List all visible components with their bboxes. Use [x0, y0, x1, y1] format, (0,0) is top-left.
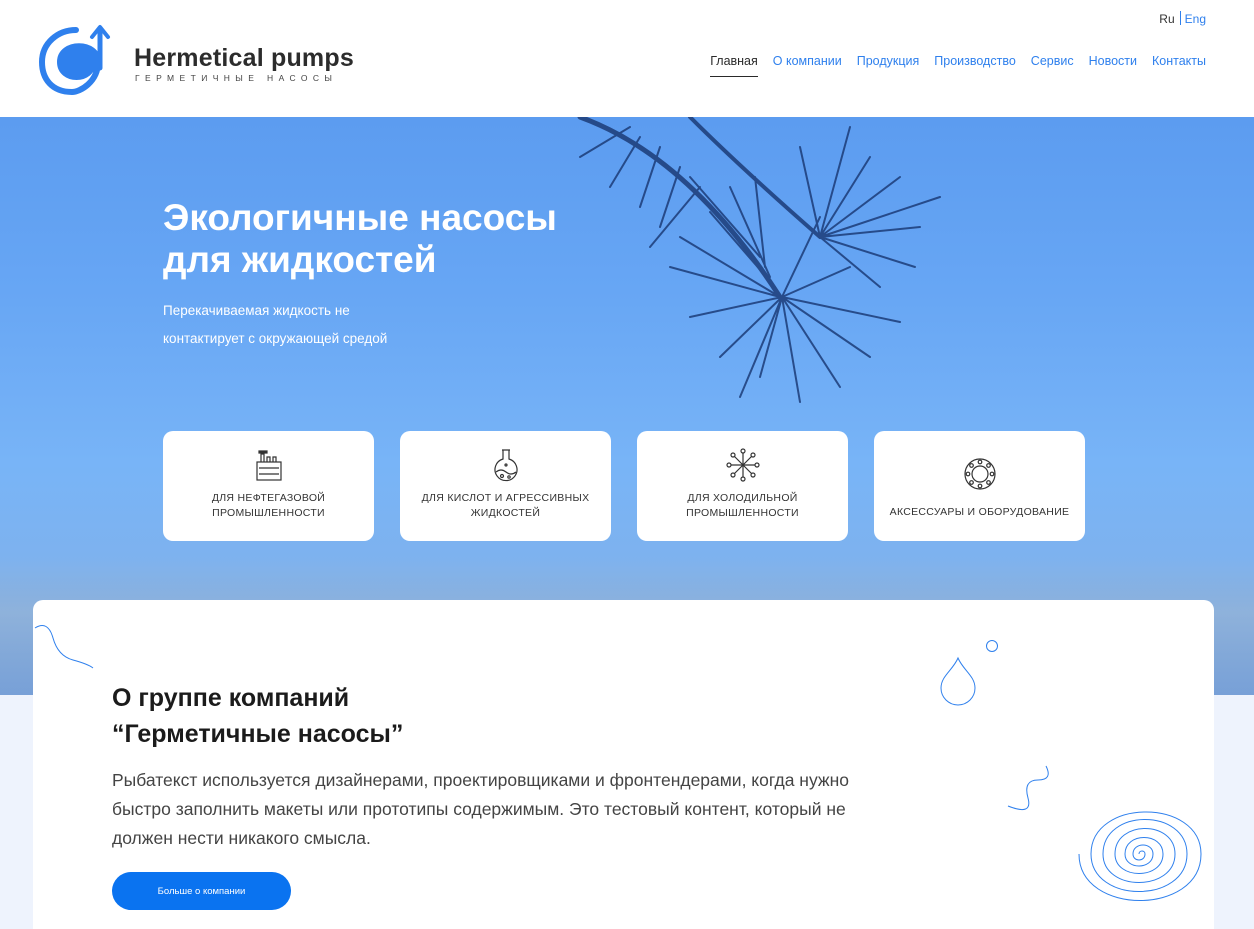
brand-subtitle: ГЕРМЕТИЧНЫЕ НАСОСЫ [135, 73, 338, 83]
card-oil-gas[interactable]: Для нефтегазовой промышленности [163, 431, 374, 541]
spiral-decoration [1078, 811, 1202, 901]
card-refrigeration[interactable]: Для холодильной промышленности [637, 431, 848, 541]
card-acids[interactable]: Для кислот и агрессивных жидкостей [400, 431, 611, 541]
hero-title: Экологичные насосы для жидкостей [163, 197, 557, 281]
nav-production[interactable]: Производство [934, 54, 1016, 77]
more-about-button[interactable]: Больше о компании [112, 872, 291, 910]
site-header: Hermetical pumps ГЕРМЕТИЧНЫЕ НАСОСЫ Ru En… [0, 0, 1254, 117]
spiral-logo-icon[interactable] [38, 22, 116, 98]
lang-en[interactable]: Eng [1185, 12, 1206, 26]
squiggle-decoration [1007, 765, 1049, 811]
nav-about[interactable]: О компании [773, 54, 842, 77]
about-text: Рыбатекст используется дизайнерами, прое… [112, 770, 849, 848]
hero-title-line1: Экологичные насосы [163, 197, 557, 238]
hero-subtitle-line2: контактирует с окружающей средой [163, 331, 388, 346]
language-switcher: Ru Eng [1159, 11, 1206, 26]
nav-service[interactable]: Сервис [1031, 54, 1074, 77]
main-nav: Главная О компании Продукция Производств… [710, 54, 1206, 77]
category-cards: Для нефтегазовой промышленности Для кисл… [163, 431, 1085, 541]
card-label: Для кислот и агрессивных жидкостей [421, 492, 590, 519]
hero-subtitle: Перекачиваемая жидкость не контактирует … [163, 297, 387, 353]
nav-news[interactable]: Новости [1089, 54, 1137, 77]
nav-contacts[interactable]: Контакты [1152, 54, 1206, 77]
card-label: Аксессуары и оборудование [889, 506, 1070, 518]
hero-title-line2: для жидкостей [163, 239, 437, 280]
hero-subtitle-line1: Перекачиваемая жидкость не [163, 303, 350, 318]
flask-icon [493, 449, 518, 482]
about-section: О группе компаний “Герметичные насосы” Р… [33, 600, 1214, 929]
droplet-icon [940, 640, 998, 706]
card-label: Для холодильной промышленности [686, 492, 799, 519]
about-title: О группе компаний “Герметичные насосы” [112, 680, 403, 752]
about-title-line1: О группе компаний [112, 684, 350, 712]
brand-title[interactable]: Hermetical pumps [134, 44, 354, 73]
card-accessories[interactable]: Аксессуары и оборудование [874, 431, 1085, 541]
snowflake-icon [725, 448, 760, 482]
lang-ru[interactable]: Ru [1159, 12, 1174, 26]
card-label: Для нефтегазовой промышленности [211, 492, 326, 519]
lang-divider [1179, 11, 1181, 25]
factory-icon [255, 450, 282, 481]
pine-branch-image [577, 117, 941, 403]
nav-home[interactable]: Главная [710, 54, 758, 77]
about-title-line2: “Герметичные насосы” [112, 720, 404, 748]
wave-decoration [34, 625, 94, 669]
nav-products[interactable]: Продукция [857, 54, 920, 77]
flange-icon [963, 458, 996, 490]
